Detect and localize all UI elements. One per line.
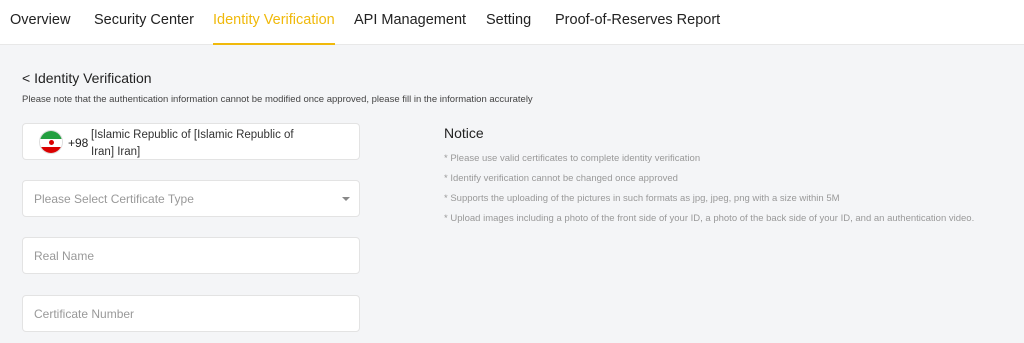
certificate-type-placeholder: Please Select Certificate Type xyxy=(34,192,194,206)
chevron-down-icon xyxy=(342,197,350,201)
country-select[interactable]: +98 [Islamic Republic of [Islamic Republ… xyxy=(22,123,360,160)
certificate-number-placeholder: Certificate Number xyxy=(34,307,135,321)
notice-item: * Identify verification cannot be change… xyxy=(444,173,678,184)
tab-overview[interactable]: Overview xyxy=(10,0,70,45)
notice-item: * Upload images including a photo of the… xyxy=(444,213,975,224)
tab-identity-verification[interactable]: Identity Verification xyxy=(213,0,335,45)
tab-proof-of-reserves-report[interactable]: Proof-of-Reserves Report xyxy=(555,0,720,45)
tab-setting[interactable]: Setting xyxy=(486,0,531,45)
top-navigation: Overview Security Center Identity Verifi… xyxy=(0,0,1024,45)
notice-title: Notice xyxy=(444,125,484,141)
notice-item: * Please use valid certificates to compl… xyxy=(444,153,701,164)
back-link[interactable]: < Identity Verification xyxy=(22,70,152,86)
real-name-placeholder: Real Name xyxy=(34,249,95,263)
notice-item: * Supports the uploading of the pictures… xyxy=(444,193,840,204)
certificate-type-select[interactable]: Please Select Certificate Type xyxy=(22,180,360,217)
info-note: Please note that the authentication info… xyxy=(22,94,533,105)
real-name-field[interactable]: Real Name xyxy=(22,237,360,274)
tab-api-management[interactable]: API Management xyxy=(354,0,466,45)
iran-flag-icon xyxy=(39,130,63,154)
country-name-line-2: Iran] Iran] xyxy=(91,146,141,158)
country-code: +98 xyxy=(68,136,89,150)
certificate-number-field[interactable]: Certificate Number xyxy=(22,295,360,332)
tab-security-center[interactable]: Security Center xyxy=(94,0,194,45)
